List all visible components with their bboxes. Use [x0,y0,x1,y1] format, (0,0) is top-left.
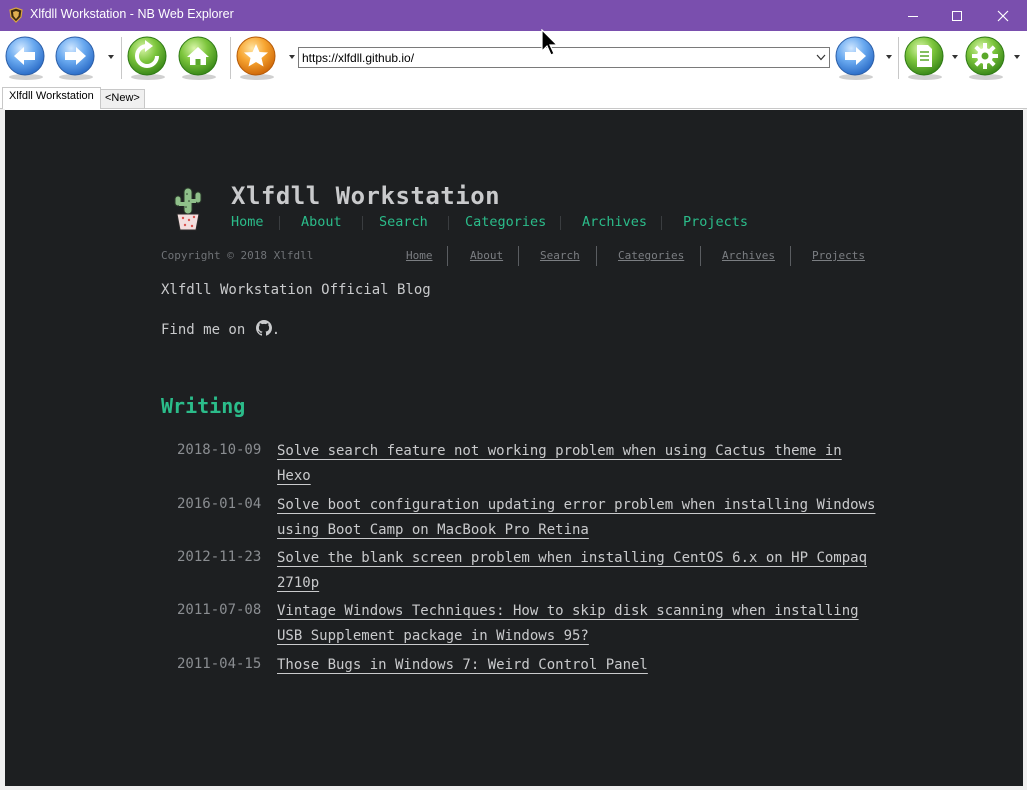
find-me-label: Find me on [161,322,246,338]
refresh-button[interactable] [125,35,171,81]
subnav-separator [700,246,701,266]
nav-categories[interactable]: Categories [465,214,546,230]
address-bar[interactable] [298,47,830,68]
find-me-suffix: . [271,322,281,338]
toolbar-separator [230,37,231,79]
subnav-separator [790,246,791,266]
toolbar-separator [121,37,122,79]
page-dropdown-icon[interactable] [951,54,959,60]
tab-new[interactable]: <New> [100,89,145,108]
address-dropdown-icon[interactable] [816,54,826,61]
subnav-about[interactable]: About [470,249,503,262]
back-button[interactable] [3,35,49,81]
nav-separator [661,216,662,230]
tab-strip: Xlfdll Workstation <New> [0,85,1027,109]
post-link[interactable]: Those Bugs in Windows 7: Weird Control P… [277,653,877,678]
nav-about[interactable]: About [301,214,342,230]
page-button[interactable] [902,35,948,81]
settings-dropdown-icon[interactable] [1013,54,1021,60]
nav-projects[interactable]: Projects [683,214,748,230]
favorites-button[interactable] [234,35,280,81]
favorites-star-icon [236,36,276,80]
nav-separator [279,216,280,230]
nav-separator [362,216,363,230]
home-button[interactable] [176,35,222,81]
toolbar-separator [898,37,899,79]
post-date: 2016-01-04 [177,496,262,512]
subnav-home[interactable]: Home [406,249,433,262]
shield-emblem-icon [9,7,23,23]
forward-button[interactable] [53,35,99,81]
go-dropdown-icon[interactable] [885,54,893,60]
toolbar [0,31,1027,85]
post-date: 2011-07-08 [177,602,262,618]
favorites-dropdown-icon[interactable] [288,54,296,60]
site-title[interactable]: Xlfdll Workstation [231,182,500,210]
post-date: 2011-04-15 [177,656,262,672]
go-icon [835,36,875,80]
subnav-archives[interactable]: Archives [722,249,775,262]
section-title-writing: Writing [161,394,246,418]
close-icon [997,10,1009,21]
post-link[interactable]: Solve the blank screen problem when inst… [277,546,877,595]
copyright-text: Copyright © 2018 Xlfdll [161,249,314,262]
window-frame-right [1023,109,1027,790]
minimize-icon [908,15,918,17]
minimize-button[interactable] [890,0,936,31]
find-me: Find me on . [161,320,280,338]
forward-icon [55,36,95,80]
post-link[interactable]: Solve search feature not working problem… [277,439,877,488]
nav-home[interactable]: Home [231,214,264,230]
subnav-separator [447,246,448,266]
back-icon [5,36,45,80]
subnav-separator [596,246,597,266]
subnav-projects[interactable]: Projects [812,249,865,262]
window-title: Xlfdll Workstation - NB Web Explorer [30,7,234,21]
nav-archives[interactable]: Archives [582,214,647,230]
settings-button[interactable] [963,35,1009,81]
refresh-icon [127,36,167,80]
close-button[interactable] [980,0,1026,31]
post-date: 2018-10-09 [177,442,262,458]
title-bar[interactable]: Xlfdll Workstation - NB Web Explorer [0,0,1027,31]
window-frame-bottom [0,786,1027,790]
subnav-categories[interactable]: Categories [618,249,684,262]
forward-dropdown-icon[interactable] [107,54,115,60]
cactus-logo-icon[interactable] [172,186,204,232]
post-date: 2012-11-23 [177,549,262,565]
settings-gear-icon [965,36,1005,80]
nav-separator [448,216,449,230]
subnav-search[interactable]: Search [540,249,580,262]
post-link[interactable]: Solve boot configuration updating error … [277,493,877,542]
go-button[interactable] [833,35,879,81]
web-page: Xlfdll Workstation Home About Search Cat… [5,110,1023,786]
tab-xlfdll-workstation[interactable]: Xlfdll Workstation [2,87,101,109]
page-icon [904,36,944,80]
post-link[interactable]: Vintage Windows Techniques: How to skip … [277,599,877,648]
subnav-separator [518,246,519,266]
nav-search[interactable]: Search [379,214,428,230]
tagline: Xlfdll Workstation Official Blog [161,282,431,298]
github-icon[interactable] [255,320,272,336]
mouse-cursor-icon [541,29,559,56]
nav-separator [560,216,561,230]
home-icon [178,36,218,80]
maximize-button[interactable] [934,0,980,31]
maximize-icon [952,10,962,21]
